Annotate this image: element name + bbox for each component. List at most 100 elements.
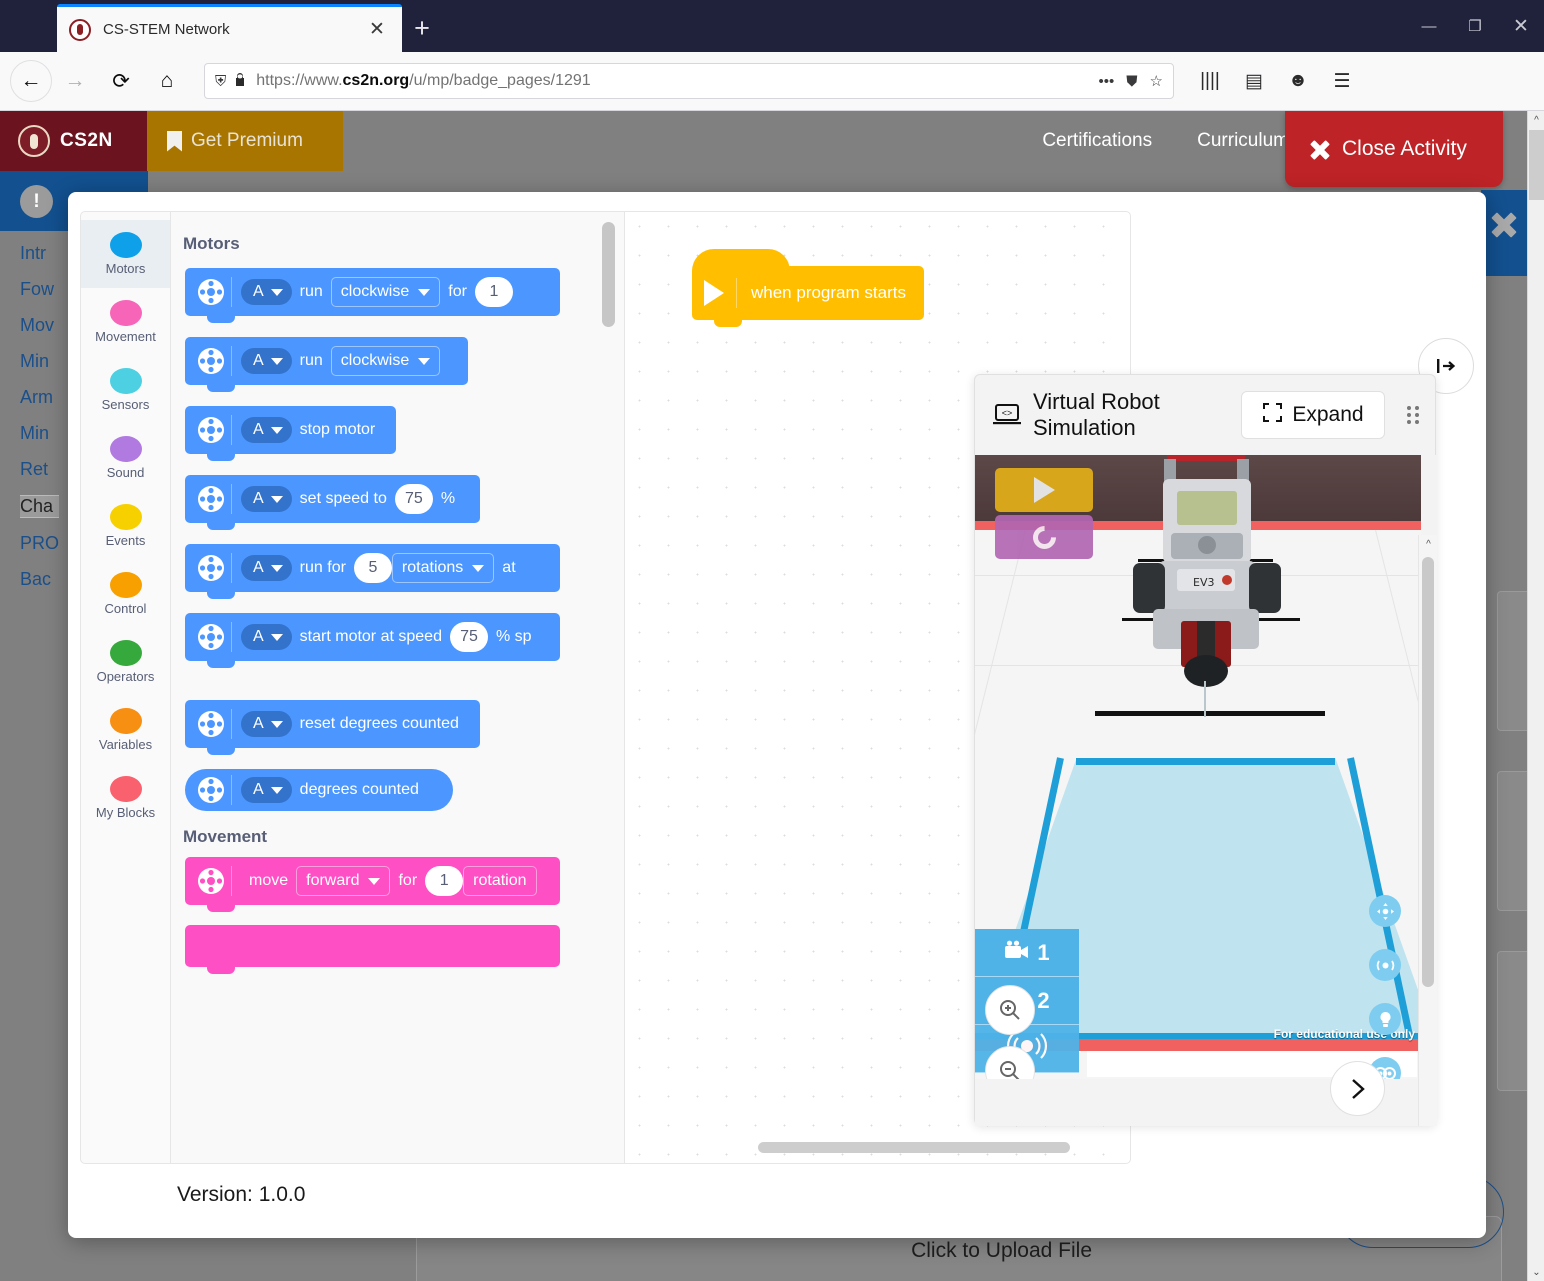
camera-button-1[interactable]: 1 (975, 929, 1079, 977)
simulation-scroll-thumb[interactable] (1422, 557, 1434, 987)
category-control[interactable]: Control (81, 560, 170, 628)
units-dropdown[interactable]: rotations (391, 553, 495, 583)
port-dropdown[interactable]: A (241, 417, 292, 443)
category-sensors[interactable]: Sensors (81, 356, 170, 424)
number-input[interactable]: 5 (353, 553, 392, 583)
block-motor-reset-degrees[interactable]: A reset degrees counted (185, 700, 480, 755)
library-icon[interactable]: |||| (1188, 61, 1232, 101)
category-operators[interactable]: Operators (81, 628, 170, 696)
page-actions-icon[interactable]: ••• (1099, 73, 1115, 90)
sidebar-item-3[interactable]: Min (20, 351, 59, 372)
units-dropdown[interactable]: rotation (463, 866, 537, 896)
simulation-reset-button[interactable] (995, 515, 1093, 559)
port-dropdown[interactable]: A (241, 711, 292, 737)
sidebar-item-5[interactable]: Min (20, 423, 59, 444)
port-dropdown[interactable]: A (241, 486, 292, 512)
palette-scroll-thumb[interactable] (602, 222, 615, 327)
sidebar-item-1[interactable]: Fow (20, 279, 59, 300)
category-my-blocks[interactable]: My Blocks (81, 764, 170, 832)
number-input[interactable]: 1 (425, 866, 464, 896)
home-icon[interactable]: ⌂ (144, 62, 190, 100)
light-sensor-icon[interactable] (1369, 1003, 1401, 1035)
minimize-button[interactable]: — (1406, 0, 1452, 52)
motor-icon (195, 483, 227, 515)
simulation-viewport[interactable]: For educational use only EV3 1 2 (975, 455, 1421, 1079)
zoom-out-button[interactable] (985, 1046, 1035, 1079)
block-motor-run-direction[interactable]: A run clockwise (185, 337, 468, 392)
gyro-sensor-icon[interactable] (1369, 949, 1401, 981)
next-step-button[interactable] (1330, 1061, 1385, 1116)
pan-tool-icon[interactable] (1369, 895, 1401, 927)
direction-dropdown[interactable]: clockwise (330, 346, 441, 376)
block-motor-degrees-counted[interactable]: A degrees counted (185, 769, 453, 811)
category-events[interactable]: Events (81, 492, 170, 560)
port-dropdown[interactable]: A (241, 348, 292, 374)
nav-certifications[interactable]: Certifications (1042, 130, 1152, 152)
number-input[interactable]: 1 (474, 277, 513, 307)
sidebar-item-2[interactable]: Mov (20, 315, 59, 336)
canvas-hscroll-thumb[interactable] (758, 1142, 1070, 1153)
sidebar-item-4[interactable]: Arm (20, 387, 59, 408)
menu-icon[interactable]: ☰ (1320, 61, 1364, 101)
scroll-up-icon[interactable]: ^ (1419, 535, 1437, 553)
page-scroll-thumb[interactable] (1529, 130, 1544, 200)
page-scrollbar[interactable]: ^ ⌄ (1527, 111, 1544, 1281)
category-motors[interactable]: Motors (81, 220, 170, 288)
play-icon (704, 280, 724, 306)
nav-curriculum[interactable]: Curriculum (1197, 130, 1289, 152)
category-variables[interactable]: Variables (81, 696, 170, 764)
account-icon[interactable]: ☻ (1276, 61, 1320, 101)
new-tab-button[interactable]: + (404, 12, 440, 46)
simulation-scrollbar[interactable]: ^ ⌄ (1418, 535, 1437, 1126)
port-dropdown[interactable]: A (241, 555, 292, 581)
forward-icon[interactable]: → (52, 62, 98, 100)
sidebar-icon[interactable]: ▤ (1232, 61, 1276, 101)
reload-icon[interactable]: ⟳ (98, 62, 144, 100)
get-premium-button[interactable]: Get Premium (147, 111, 343, 171)
close-window-button[interactable]: ✕ (1498, 0, 1544, 52)
sidebar-item-6[interactable]: Ret (20, 459, 59, 480)
bookmark-star-icon[interactable]: ☆ (1150, 72, 1163, 90)
sidebar-item-8[interactable]: PRO (20, 533, 59, 554)
sidebar-item-0[interactable]: Intr (20, 243, 59, 264)
scroll-up-icon[interactable]: ^ (1528, 111, 1544, 129)
number-input[interactable]: 75 (394, 484, 433, 514)
category-movement[interactable]: Movement (81, 288, 170, 356)
shield-icon[interactable]: ⛨ (215, 73, 226, 90)
block-motor-start-at-speed[interactable]: A start motor at speed 75 % sp (185, 613, 560, 668)
number-input[interactable]: 75 (449, 622, 488, 652)
port-dropdown[interactable]: A (241, 279, 292, 305)
block-motor-run-direction-for[interactable]: A run clockwise for 1 (185, 268, 560, 323)
port-dropdown[interactable]: A (241, 777, 292, 803)
drag-handle-icon[interactable] (1407, 406, 1423, 424)
maximize-button[interactable]: ❐ (1452, 0, 1498, 52)
expand-button[interactable]: Expand (1241, 391, 1385, 439)
direction-dropdown[interactable]: clockwise (330, 277, 441, 307)
simulation-run-button[interactable] (995, 468, 1093, 512)
pocket-icon[interactable]: ⛊ (1126, 73, 1137, 90)
scroll-down-icon[interactable]: ⌄ (1528, 1263, 1544, 1281)
motor-icon (195, 276, 227, 308)
block-motor-set-speed[interactable]: A set speed to 75 % (185, 475, 480, 530)
sidebar-item-9[interactable]: Bac (20, 569, 59, 590)
panel-close-button[interactable] (1481, 190, 1527, 276)
block-movement-partial[interactable] (185, 925, 560, 974)
cs2n-logo[interactable]: CS2N (0, 111, 147, 171)
block-motor-run-for-units[interactable]: A run for 5 rotations at (185, 544, 560, 599)
sidebar-item-7[interactable]: Cha (20, 495, 60, 518)
address-bar[interactable]: ⛨ https://www.cs2n.org/u/mp/badge_pages/… (204, 63, 1174, 99)
browser-tab[interactable]: CS-STEM Network ✕ (57, 4, 402, 52)
close-tab-icon[interactable]: ✕ (364, 17, 390, 43)
block-palette[interactable]: Motors A run clockwise for 1 A run clock… (170, 211, 625, 1164)
block-movement-move-for[interactable]: move forward for 1 rotation (185, 857, 560, 912)
port-dropdown[interactable]: A (241, 624, 292, 650)
upload-file-label[interactable]: Click to Upload File (911, 1239, 1092, 1263)
block-when-program-starts[interactable]: when program starts (692, 249, 924, 327)
close-activity-button[interactable]: Close Activity (1285, 111, 1503, 187)
back-icon[interactable]: ← (10, 60, 52, 102)
zoom-in-button[interactable] (985, 985, 1035, 1035)
direction-dropdown[interactable]: forward (296, 866, 391, 896)
block-motor-stop[interactable]: A stop motor (185, 406, 396, 461)
port-value: A (253, 490, 264, 507)
category-sound[interactable]: Sound (81, 424, 170, 492)
